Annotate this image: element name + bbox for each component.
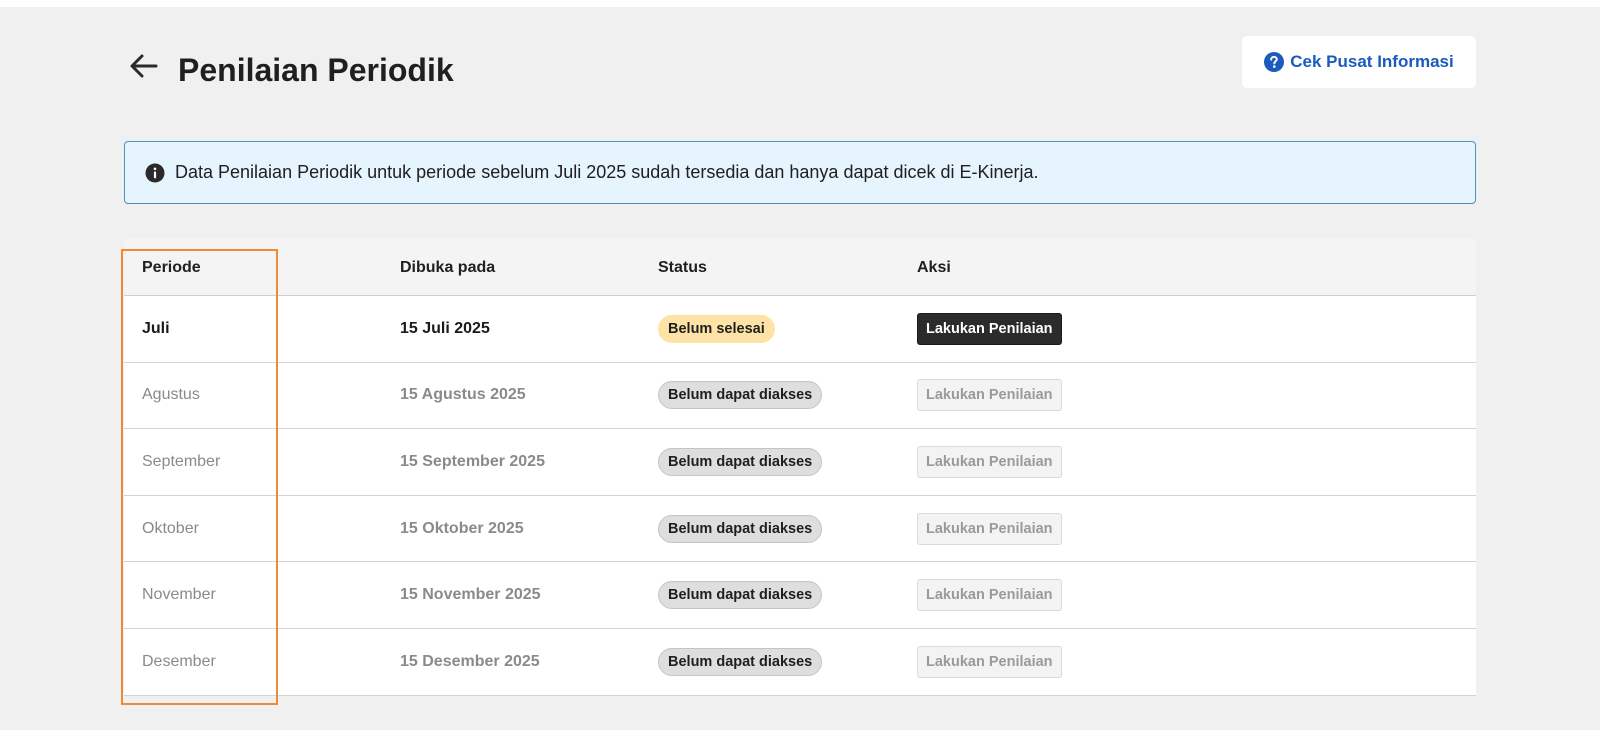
period-cell: Juli [142,319,170,337]
status-badge: Belum dapat diakses [658,581,823,610]
header-opened: Dibuka pada [400,258,496,276]
assess-button-disabled[interactable]: Lakukan Penilaian [917,379,1062,412]
alert-message: Data Penilaian Periodik untuk periode se… [175,162,1039,182]
action-cell: Lakukan Penilaian [917,363,1062,429]
status-badge: Belum dapat diakses [658,514,823,543]
action-cell: Lakukan Penilaian [917,296,1062,362]
status-cell: Belum selesai [658,296,775,362]
table-row: Desember 15 Desember 2025 Belum dapat di… [124,628,1476,696]
page-title: Penilaian Periodik [178,52,454,88]
assess-button-disabled[interactable]: Lakukan Penilaian [917,579,1062,612]
question-circle-icon [1264,52,1285,72]
status-cell: Belum dapat diakses [658,496,823,562]
assess-button[interactable]: Lakukan Penilaian [917,312,1062,345]
help-center-button[interactable]: Cek Pusat Informasi [1242,36,1476,88]
status-cell: Belum dapat diakses [658,562,823,628]
status-cell: Belum dapat diakses [658,429,823,495]
period-cell: November [142,586,216,604]
period-cell: Oktober [142,519,199,537]
page-header: Penilaian Periodik Cek Pusat Informasi [124,36,1476,96]
opened-date-cell: 15 September 2025 [400,452,545,470]
table-header: Periode Dibuka pada Status Aksi [124,239,1476,296]
assess-button-disabled[interactable]: Lakukan Penilaian [917,512,1062,545]
period-cell: Agustus [142,386,200,404]
status-badge: Belum dapat diakses [658,447,823,476]
status-cell: Belum dapat diakses [658,629,823,695]
opened-date-cell: 15 Desember 2025 [400,652,540,670]
status-badge: Belum dapat diakses [658,381,823,410]
table-row: September 15 September 2025 Belum dapat … [124,429,1476,496]
period-cell: Desember [142,652,216,670]
info-alert: Data Penilaian Periodik untuk periode se… [124,141,1476,204]
action-cell: Lakukan Penilaian [917,629,1062,695]
table-row: Juli 15 Juli 2025 Belum selesai Lakukan … [124,296,1476,363]
opened-date-cell: 15 Agustus 2025 [400,386,526,404]
opened-date-cell: 15 Juli 2025 [400,319,490,337]
action-cell: Lakukan Penilaian [917,562,1062,628]
action-cell: Lakukan Penilaian [917,496,1062,562]
action-cell: Lakukan Penilaian [917,429,1062,495]
header-status: Status [658,258,707,276]
header-action: Aksi [917,258,951,276]
assessment-table: Periode Dibuka pada Status Aksi Juli 15 … [124,239,1476,696]
arrow-left-icon [128,50,160,87]
table-row: November 15 November 2025 Belum dapat di… [124,562,1476,629]
help-center-label: Cek Pusat Informasi [1290,52,1454,71]
opened-date-cell: 15 Oktober 2025 [400,519,524,537]
assess-button-disabled[interactable]: Lakukan Penilaian [917,445,1062,478]
status-cell: Belum dapat diakses [658,363,823,429]
table-row: Agustus 15 Agustus 2025 Belum dapat diak… [124,362,1476,430]
table-row: Oktober 15 Oktober 2025 Belum dapat diak… [124,495,1476,563]
back-button[interactable] [124,50,164,86]
opened-date-cell: 15 November 2025 [400,586,541,604]
status-badge: Belum dapat diakses [658,647,823,676]
info-icon [145,163,165,183]
header-period: Periode [142,258,201,276]
assess-button-disabled[interactable]: Lakukan Penilaian [917,645,1062,678]
status-badge: Belum selesai [658,314,775,343]
period-cell: September [142,452,221,470]
